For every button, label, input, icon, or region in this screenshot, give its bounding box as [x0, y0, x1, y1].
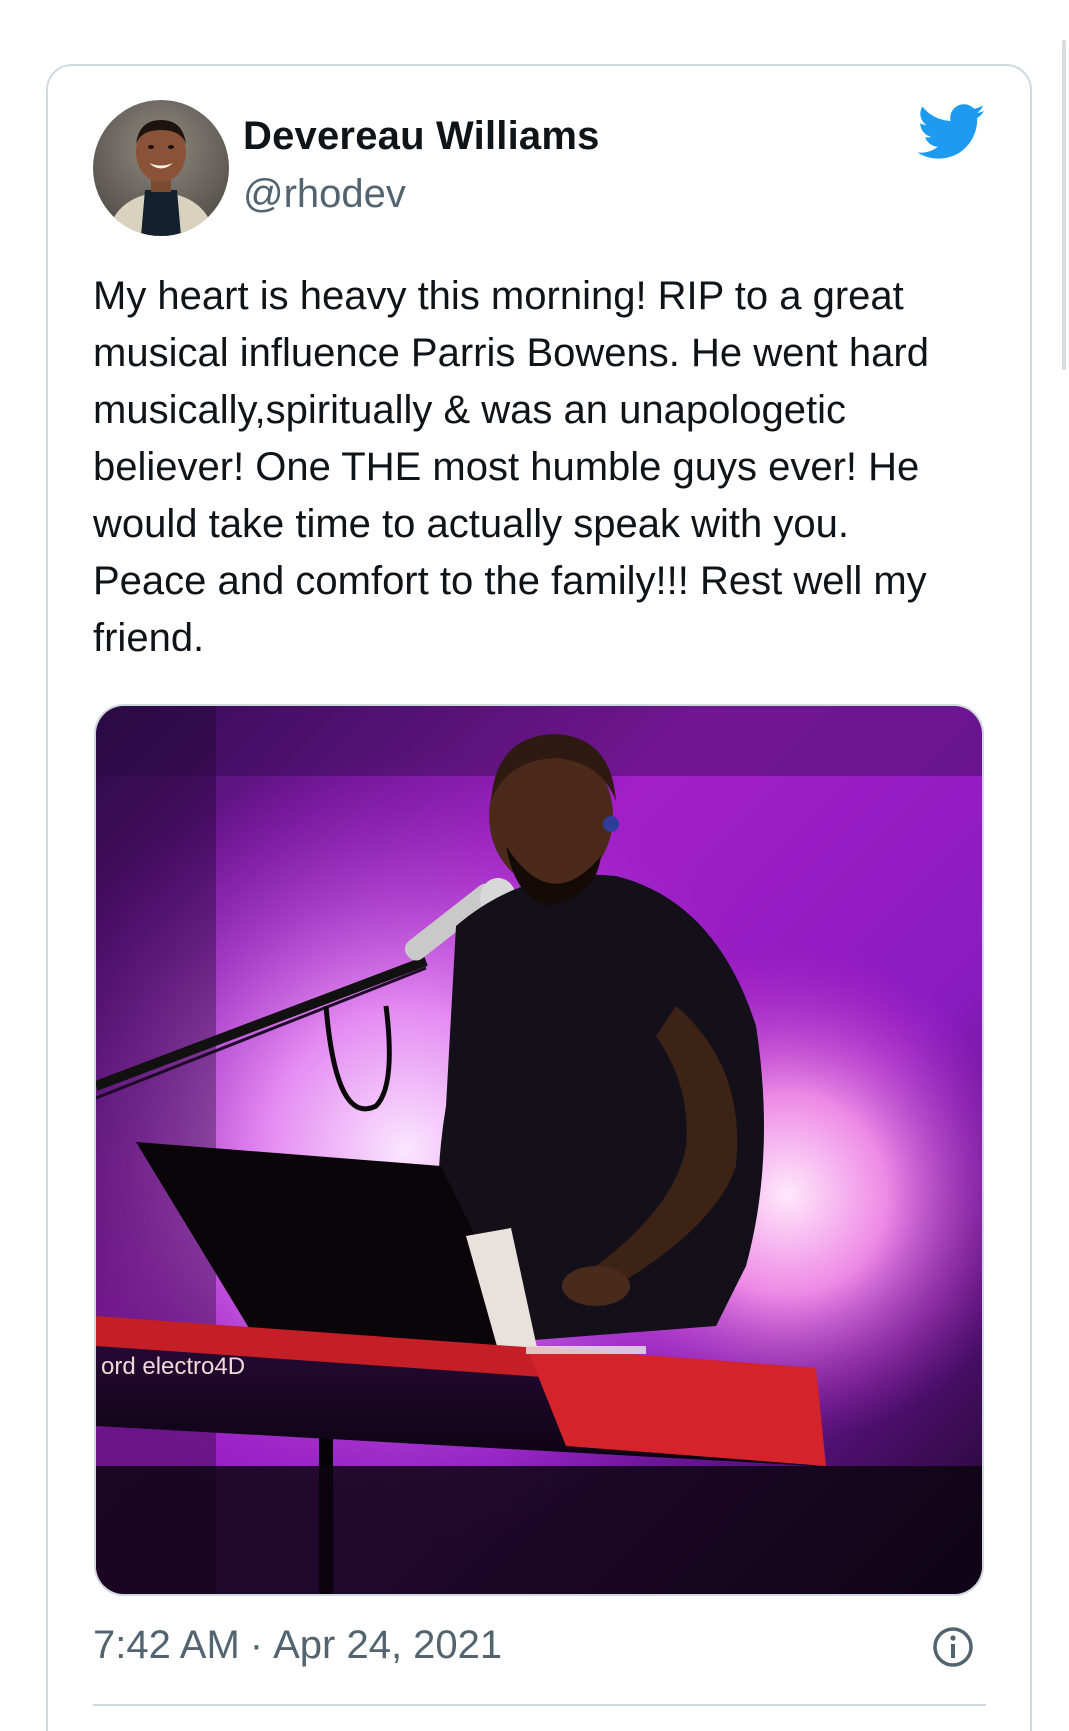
tweet-text-line: would take time to actually speak with y… — [93, 502, 849, 546]
tweet-time[interactable]: 7:42 AM — [93, 1623, 240, 1667]
tweet-date[interactable]: Apr 24, 2021 — [273, 1623, 502, 1667]
tweet-text-line: My heart is heavy this morning! RIP to a… — [93, 274, 904, 318]
author-handle[interactable]: @rhodev — [243, 172, 406, 217]
performer-photo: ord electro4D — [96, 706, 982, 1594]
avatar-photo — [93, 100, 229, 236]
tweet-text-line: Peace and comfort to the family!!! Rest … — [93, 559, 927, 603]
scroll-indicator[interactable] — [1062, 40, 1066, 370]
tweet-text-line: friend. — [93, 616, 205, 660]
twitter-bird-icon[interactable] — [917, 104, 986, 162]
tweet-text-line: believer! One THE most humble guys ever!… — [93, 445, 920, 489]
tweet-text: My heart is heavy this morning! RIP to a… — [93, 268, 993, 667]
tweet-text-line: musical influence Parris Bowens. He went… — [93, 331, 929, 375]
author-display-name[interactable]: Devereau Williams — [243, 114, 600, 159]
keyboard-brand-text: ord electro4D — [101, 1353, 245, 1380]
info-icon[interactable] — [932, 1626, 974, 1668]
tweet-media-photo[interactable]: ord electro4D — [94, 704, 984, 1596]
card-divider — [93, 1704, 986, 1706]
tweet-embed-page: Devereau Williams @rhodev My heart is he… — [0, 0, 1069, 1731]
tweet-text-line: musically,spiritually & was an unapologe… — [93, 388, 846, 432]
timestamp-separator: · — [249, 1623, 264, 1667]
author-avatar[interactable] — [93, 100, 229, 236]
tweet-timestamp[interactable]: 7:42 AM · Apr 24, 2021 — [93, 1623, 502, 1668]
